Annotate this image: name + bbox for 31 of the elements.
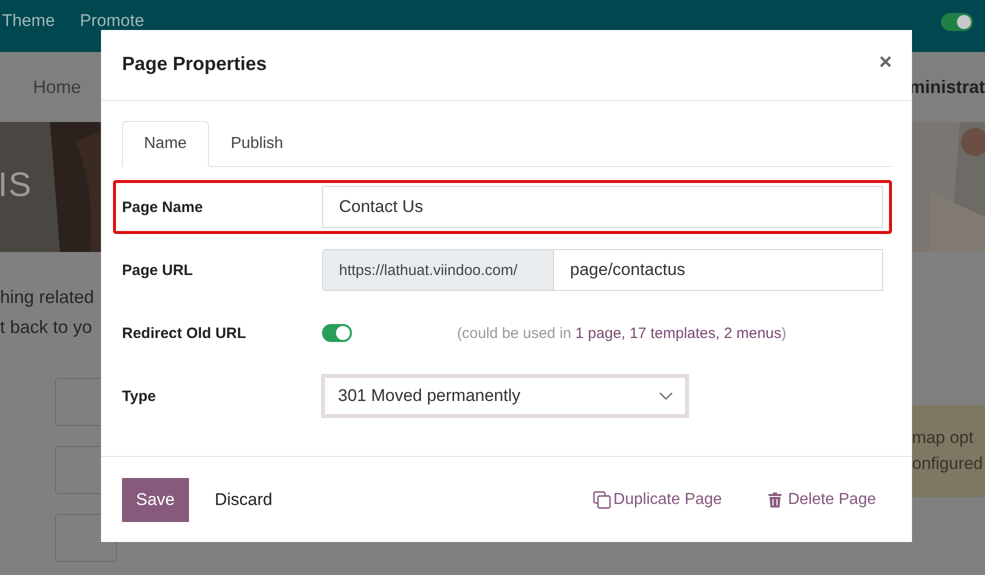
save-button[interactable]: Save (122, 478, 189, 522)
input-field[interactable]: page/contactus (553, 249, 883, 291)
select-field[interactable]: 301 Moved permanently (321, 374, 689, 418)
trash-icon (768, 492, 782, 508)
menu-item[interactable]: Theme (2, 11, 55, 31)
hero-heading: IS (0, 166, 32, 205)
delete-link[interactable]: Delete Page (768, 490, 876, 508)
menu-item[interactable]: Promote (80, 11, 144, 31)
close-button[interactable]: × (875, 49, 896, 75)
usage-note: (could be used in 1 page, 17 templates, 2 menus) (457, 324, 786, 342)
body-text: t back to yo (0, 316, 94, 338)
toggle-switch[interactable] (322, 324, 352, 342)
field-label: Page Name (122, 198, 204, 216)
copy-icon (593, 490, 612, 508)
input-field[interactable]: Contact Us (322, 186, 883, 228)
tab[interactable]: Name (122, 121, 209, 167)
usage-link[interactable]: 1 page, 17 templates, 2 menus (575, 324, 782, 342)
chevron-down-icon (659, 392, 673, 400)
alert-text: map opt (912, 428, 974, 448)
field-label: Type (122, 388, 157, 404)
field-label: Redirect Old URL (122, 324, 248, 342)
dialog-title: Page Properties (122, 54, 267, 76)
alert-text: onfigured (912, 454, 984, 474)
field-label: Page URL (122, 262, 194, 278)
url-prefix: https://lathuat.viindoo.com/ (322, 249, 553, 291)
toggle-switch[interactable] (941, 13, 973, 31)
body-text: hing related (0, 286, 96, 308)
tab[interactable]: Publish (208, 121, 306, 167)
discard-button[interactable]: Discard (214, 490, 272, 510)
nav-link[interactable]: ministrat (908, 76, 985, 98)
duplicate-link[interactable]: Duplicate Page (593, 490, 722, 508)
